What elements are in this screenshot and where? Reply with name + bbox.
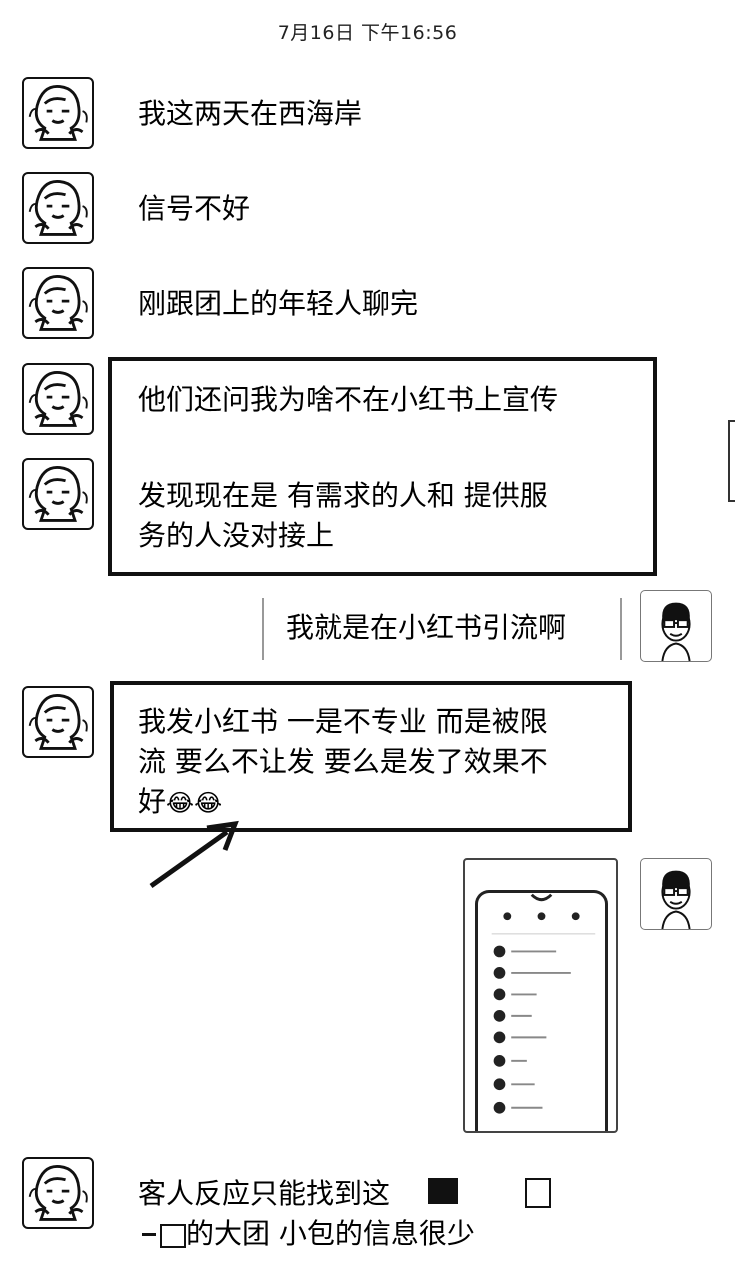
chat-message: 信号不好	[138, 192, 251, 225]
contact-avatar[interactable]	[22, 77, 94, 149]
user-avatar[interactable]	[640, 858, 712, 930]
chat-message-text: 好	[138, 785, 167, 818]
redaction-block	[160, 1224, 186, 1248]
chat-message-line: 我发小红书 一是不专业 而是被限	[138, 705, 548, 738]
laugh-emoji-icon: 😂	[166, 789, 195, 817]
chat-message-line: 发现现在是 有需求的人和 提供服	[138, 479, 548, 512]
chat-message-line: 流 要么不让发 要么是发了效果不	[138, 745, 548, 778]
contact-avatar[interactable]	[22, 686, 94, 758]
redaction-block	[525, 1178, 551, 1208]
chat-message-line: 的大团 小包的信息很少	[186, 1217, 475, 1250]
phone-screen	[475, 890, 608, 1131]
chat-message-line: 好😂😂	[138, 782, 222, 823]
chat-message-line: 客人反应只能找到这	[138, 1177, 391, 1210]
redaction-block	[428, 1178, 458, 1204]
chat-message: 我就是在小红书引流啊	[286, 611, 567, 644]
contact-avatar[interactable]	[22, 172, 94, 244]
edge-marker	[728, 420, 735, 502]
chat-timestamp: 7月16日 下午16:56	[277, 22, 458, 44]
chat-message-line: 务的人没对接上	[138, 519, 335, 552]
contact-avatar[interactable]	[22, 267, 94, 339]
chat-message: 他们还问我为啥不在小红书上宣传	[138, 383, 559, 416]
chat-message: 刚跟团上的年轻人聊完	[138, 287, 419, 320]
chat-message: 我这两天在西海岸	[138, 97, 363, 130]
user-avatar[interactable]	[640, 590, 712, 662]
annotation-arrow-icon	[149, 820, 239, 889]
contact-avatar[interactable]	[22, 363, 94, 435]
laugh-emoji-icon: 😂	[194, 789, 223, 817]
redaction-block	[142, 1233, 156, 1236]
sent-message-bubble[interactable]: 我就是在小红书引流啊	[262, 598, 622, 660]
contact-avatar[interactable]	[22, 458, 94, 530]
contact-avatar[interactable]	[22, 1157, 94, 1229]
image-message-phone-screenshot[interactable]	[463, 858, 618, 1133]
